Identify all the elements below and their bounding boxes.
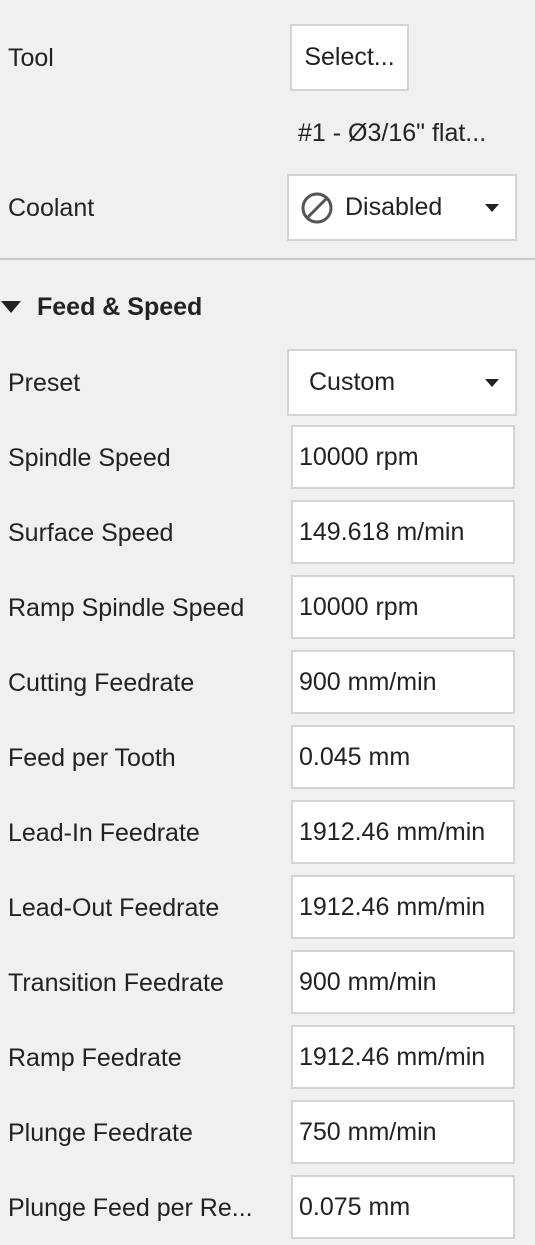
tool-label: Tool <box>8 44 54 72</box>
preset-value: Custom <box>309 368 396 396</box>
transition-feedrate-label: Transition Feedrate <box>8 969 224 997</box>
lead-in-feedrate-label: Lead-In Feedrate <box>8 819 200 847</box>
lead-out-feedrate-label: Lead-Out Feedrate <box>8 894 220 922</box>
operation-panel: Tool Select... #1 - Ø3/16" flat... Coola… <box>0 0 535 1245</box>
ramp-spindle-speed-input[interactable]: 10000 rpm <box>291 575 515 639</box>
spindle-speed-label: Spindle Speed <box>8 444 171 472</box>
spindle-speed-input[interactable]: 10000 rpm <box>291 425 515 489</box>
coolant-dropdown[interactable]: Disabled <box>287 174 517 241</box>
chevron-down-icon <box>485 203 499 212</box>
ramp-spindle-speed-label: Ramp Spindle Speed <box>8 594 245 622</box>
plunge-feedrate-input[interactable]: 750 mm/min <box>291 1100 515 1164</box>
ramp-feedrate-label: Ramp Feedrate <box>8 1044 182 1072</box>
divider <box>0 258 535 260</box>
section-title: Feed & Speed <box>37 292 203 321</box>
coolant-label: Coolant <box>8 194 95 222</box>
feed-per-tooth-input[interactable]: 0.045 mm <box>291 725 515 789</box>
chevron-down-icon <box>485 378 499 387</box>
tool-select-button[interactable]: Select... <box>290 24 409 91</box>
preset-label: Preset <box>8 369 81 397</box>
tool-description: #1 - Ø3/16" flat... <box>298 119 487 147</box>
plunge-feed-per-rev-label: Plunge Feed per Re... <box>8 1194 253 1222</box>
lead-in-feedrate-input[interactable]: 1912.46 mm/min <box>291 800 515 864</box>
lead-out-feedrate-input[interactable]: 1912.46 mm/min <box>291 875 515 939</box>
coolant-value: Disabled <box>345 193 443 221</box>
ban-icon <box>301 192 333 224</box>
feed-per-tooth-label: Feed per Tooth <box>8 744 176 772</box>
cutting-feedrate-label: Cutting Feedrate <box>8 669 195 697</box>
transition-feedrate-input[interactable]: 900 mm/min <box>291 950 515 1014</box>
feed-speed-section-header[interactable]: Feed & Speed <box>0 292 202 322</box>
plunge-feed-per-rev-input[interactable]: 0.075 mm <box>291 1175 515 1239</box>
surface-speed-label: Surface Speed <box>8 519 174 547</box>
ramp-feedrate-input[interactable]: 1912.46 mm/min <box>291 1025 515 1089</box>
preset-dropdown[interactable]: Custom <box>287 349 517 416</box>
surface-speed-input[interactable]: 149.618 m/min <box>291 500 515 564</box>
plunge-feedrate-label: Plunge Feedrate <box>8 1119 193 1147</box>
collapse-triangle-icon[interactable] <box>1 301 21 313</box>
cutting-feedrate-input[interactable]: 900 mm/min <box>291 650 515 714</box>
